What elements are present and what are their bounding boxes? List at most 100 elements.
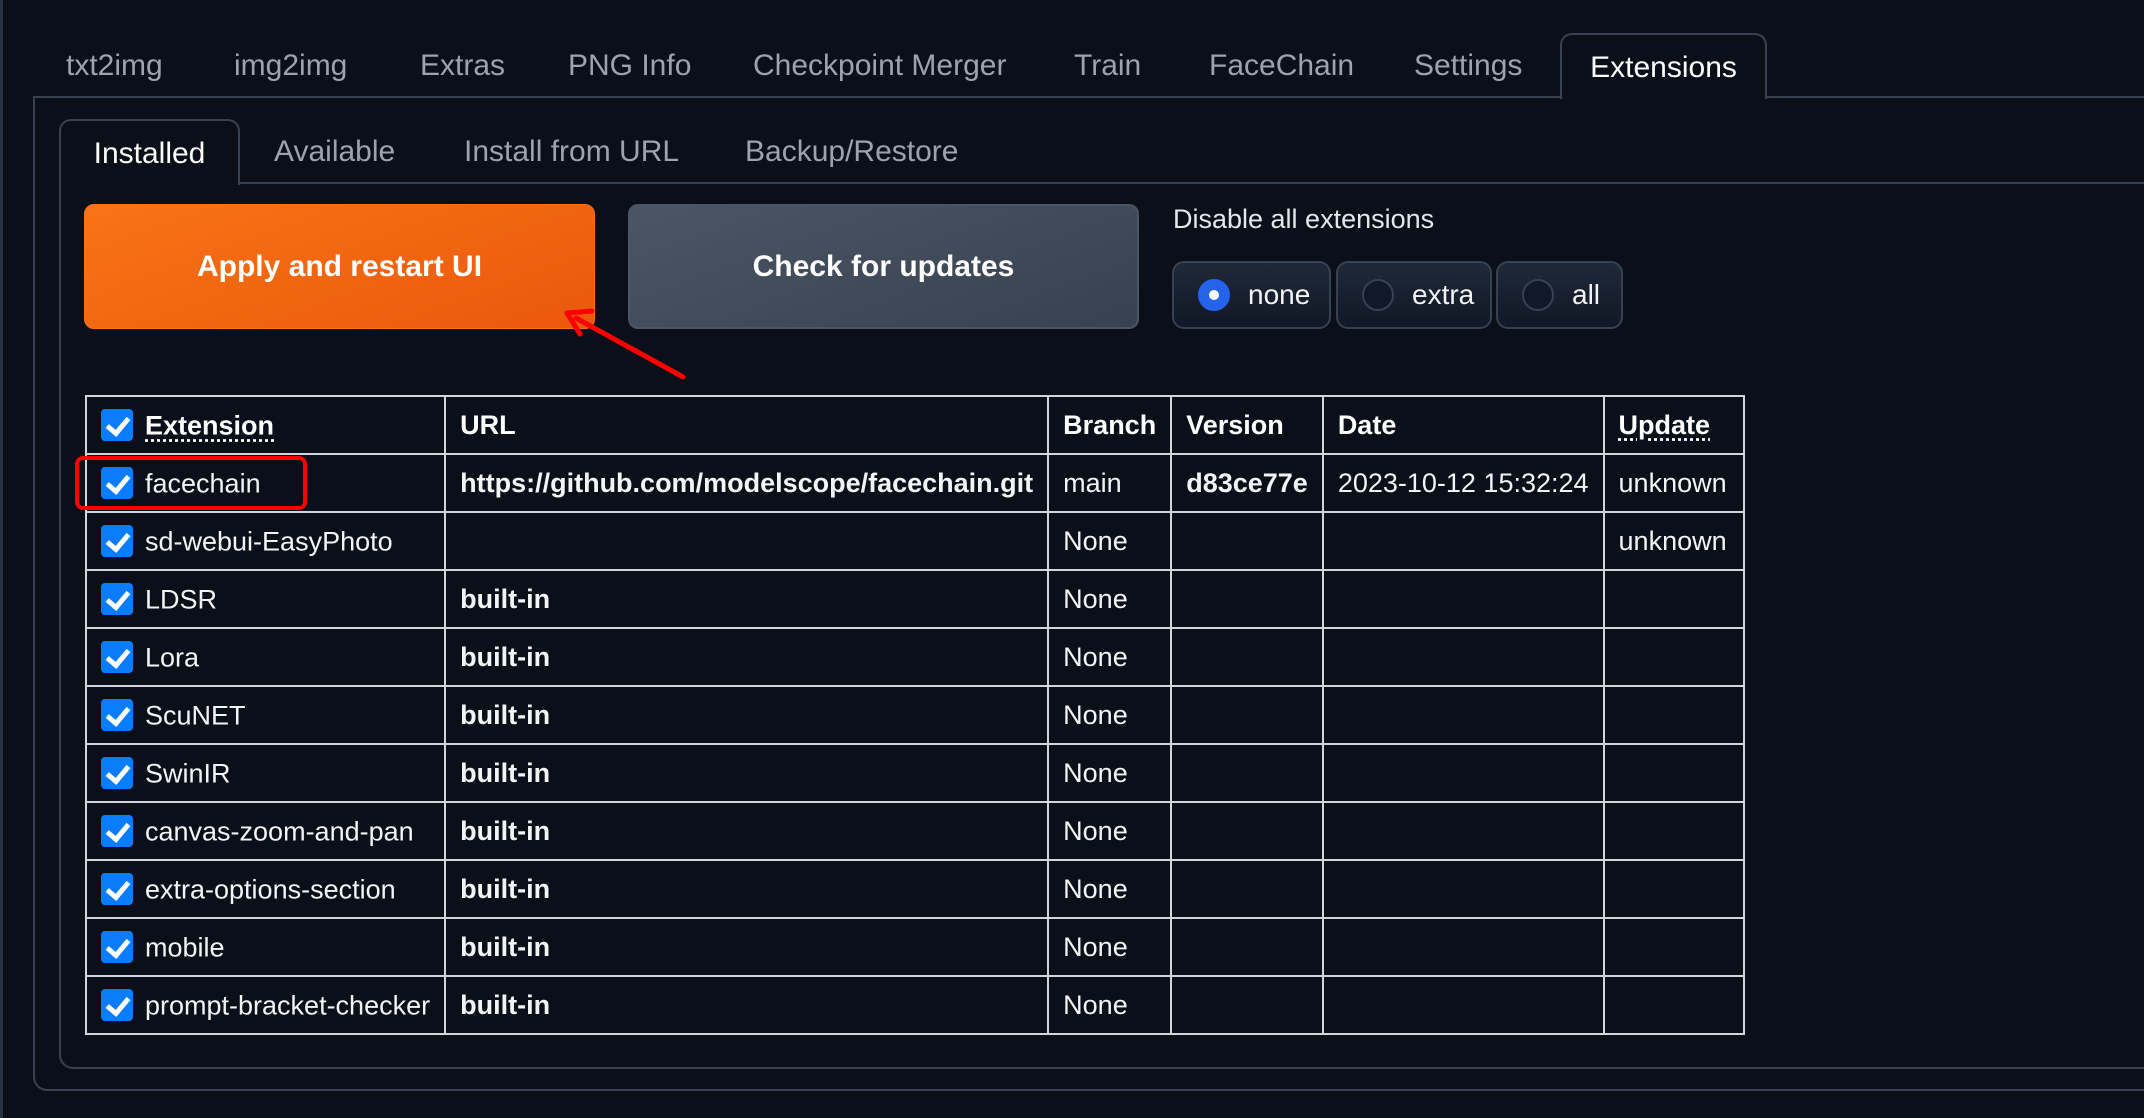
table-row: sd-webui-EasyPhoto None unknown — [84, 511, 1745, 571]
extension-cell: canvas-zoom-and-pan — [84, 801, 447, 861]
date-cell — [1321, 627, 1605, 687]
version-cell — [1170, 569, 1324, 629]
tab-txt2img[interactable]: txt2img — [66, 33, 163, 97]
extension-cell: SwinIR — [84, 743, 447, 803]
url-cell: built-in — [444, 975, 1050, 1035]
date-cell — [1321, 743, 1605, 803]
branch-cell: None — [1047, 859, 1173, 919]
extension-checkbox[interactable] — [101, 699, 133, 732]
window-edge — [0, 0, 3, 1118]
tab-facechain[interactable]: FaceChain — [1209, 33, 1354, 97]
update-cell — [1602, 569, 1745, 629]
header-extension: Extension — [84, 395, 447, 455]
extension-checkbox[interactable] — [101, 931, 133, 964]
radio-none[interactable]: none — [1172, 261, 1331, 329]
tab-extensions[interactable]: Extensions — [1560, 33, 1767, 99]
table-row: SwinIR built-in None — [84, 743, 1745, 803]
extension-checkbox[interactable] — [101, 815, 133, 848]
extension-name: facechain — [145, 467, 261, 498]
version-cell — [1170, 627, 1324, 687]
extension-checkbox[interactable] — [101, 641, 133, 674]
table-row: ScuNET built-in None — [84, 685, 1745, 745]
branch-cell: None — [1047, 511, 1173, 571]
radio-label: all — [1572, 279, 1601, 310]
url-cell: built-in — [444, 917, 1050, 977]
date-cell: 2023-10-12 15:32:24 — [1321, 453, 1605, 513]
url-cell: built-in — [444, 859, 1050, 919]
version-cell — [1170, 685, 1324, 745]
tab-png-info[interactable]: PNG Info — [568, 33, 691, 97]
date-cell — [1321, 859, 1605, 919]
extension-checkbox[interactable] — [101, 467, 133, 500]
version-cell — [1170, 917, 1324, 977]
disable-extensions-label: Disable all extensions — [1173, 204, 1435, 234]
update-cell — [1602, 627, 1745, 687]
update-cell — [1602, 917, 1745, 977]
radio-unchecked-icon — [1522, 279, 1554, 311]
branch-cell: None — [1047, 743, 1173, 803]
main-tab-bar: txt2img img2img Extras PNG Info Checkpoi… — [33, 33, 2144, 99]
radio-label: extra — [1412, 279, 1475, 310]
date-cell — [1321, 569, 1605, 629]
tab-available[interactable]: Available — [274, 119, 395, 183]
header-extension-label: Extension — [145, 409, 275, 440]
extension-name: mobile — [145, 931, 225, 962]
branch-cell: None — [1047, 569, 1173, 629]
extension-cell: LDSR — [84, 569, 447, 629]
extension-name: extra-options-section — [145, 873, 396, 904]
header-date: Date — [1321, 395, 1605, 455]
check-for-updates-button[interactable]: Check for updates — [628, 204, 1139, 329]
extension-checkbox[interactable] — [101, 989, 133, 1022]
update-cell — [1602, 801, 1745, 861]
tab-install-from-url[interactable]: Install from URL — [464, 119, 679, 183]
extension-checkbox[interactable] — [101, 525, 133, 558]
header-update-label: Update — [1618, 409, 1711, 440]
tab-extras[interactable]: Extras — [420, 33, 505, 97]
extension-checkbox[interactable] — [101, 583, 133, 616]
version-cell — [1170, 859, 1324, 919]
extension-name: Lora — [145, 641, 200, 672]
radio-extra[interactable]: extra — [1336, 261, 1492, 329]
header-branch: Branch — [1047, 395, 1173, 455]
url-cell: https://github.com/modelscope/facechain.… — [444, 453, 1050, 513]
radio-unchecked-icon — [1362, 279, 1394, 311]
table-row: Lora built-in None — [84, 627, 1745, 687]
extension-cell: Lora — [84, 627, 447, 687]
date-cell — [1321, 917, 1605, 977]
branch-cell: None — [1047, 801, 1173, 861]
table-row: canvas-zoom-and-pan built-in None — [84, 801, 1745, 861]
tab-backup-restore[interactable]: Backup/Restore — [745, 119, 958, 183]
table-row: LDSR built-in None — [84, 569, 1745, 629]
extension-name: ScuNET — [145, 699, 246, 730]
date-cell — [1321, 511, 1605, 571]
radio-label: none — [1248, 279, 1311, 310]
radio-all[interactable]: all — [1496, 261, 1623, 329]
extension-cell: sd-webui-EasyPhoto — [84, 511, 447, 571]
extension-checkbox[interactable] — [101, 873, 133, 906]
url-cell: built-in — [444, 685, 1050, 745]
version-cell: d83ce77e — [1170, 453, 1324, 513]
update-cell: unknown — [1602, 511, 1745, 571]
date-cell — [1321, 975, 1605, 1035]
url-cell — [444, 511, 1050, 571]
extension-cell: extra-options-section — [84, 859, 447, 919]
tab-train[interactable]: Train — [1074, 33, 1141, 97]
tab-checkpoint-merger[interactable]: Checkpoint Merger — [753, 33, 1006, 97]
update-cell — [1602, 859, 1745, 919]
branch-cell: None — [1047, 627, 1173, 687]
tab-settings[interactable]: Settings — [1414, 33, 1522, 97]
tab-img2img[interactable]: img2img — [234, 33, 347, 97]
select-all-checkbox[interactable] — [101, 409, 133, 442]
extensions-subtab-bar: Installed Available Install from URL Bac… — [59, 119, 2144, 185]
update-cell — [1602, 975, 1745, 1035]
apply-and-restart-button[interactable]: Apply and restart UI — [84, 204, 595, 329]
extension-name: LDSR — [145, 583, 218, 614]
table-row: extra-options-section built-in None — [84, 859, 1745, 919]
header-url: URL — [444, 395, 1050, 455]
tab-installed[interactable]: Installed — [59, 119, 240, 185]
version-cell — [1170, 743, 1324, 803]
date-cell — [1321, 801, 1605, 861]
header-update: Update — [1602, 395, 1745, 455]
extension-cell: ScuNET — [84, 685, 447, 745]
extension-checkbox[interactable] — [101, 757, 133, 790]
